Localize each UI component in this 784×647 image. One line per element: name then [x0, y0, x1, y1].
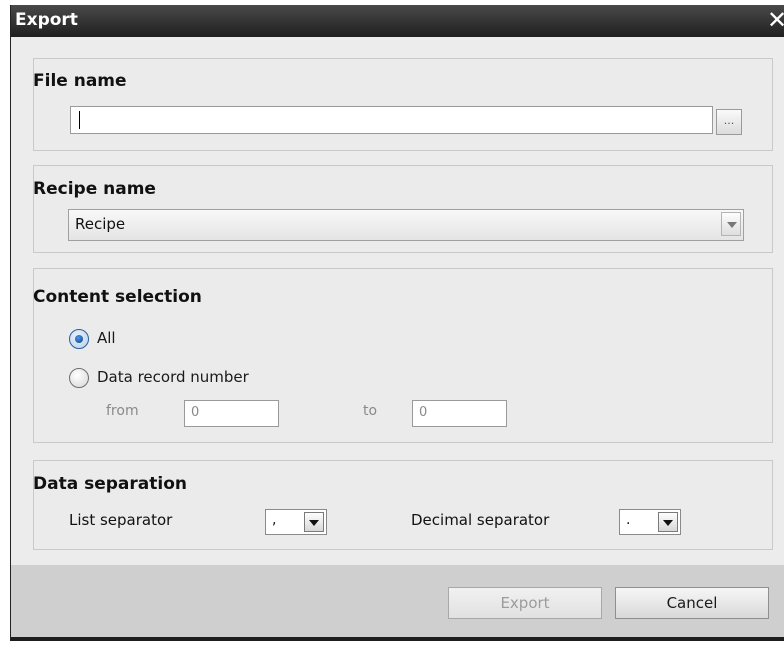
file-name-input[interactable] [70, 106, 713, 134]
to-input[interactable]: 0 [412, 400, 507, 427]
list-separator-value: , [272, 512, 277, 528]
dialog-footer: Export Cancel [11, 565, 784, 637]
dialog-title: Export [15, 10, 78, 30]
radio-checked-icon[interactable] [69, 329, 89, 349]
radio-all-label: All [97, 329, 116, 347]
recipe-name-selected: Recipe [75, 215, 126, 233]
chevron-down-icon [727, 222, 737, 228]
from-label: from [106, 403, 139, 419]
radio-data-record-label: Data record number [97, 368, 249, 386]
decimal-separator-dropdown-button[interactable] [658, 512, 678, 532]
list-separator-dropdown-button[interactable] [304, 512, 324, 532]
list-separator-select[interactable]: , [265, 509, 327, 535]
export-button[interactable]: Export [448, 587, 602, 619]
close-icon: ✕ [767, 6, 784, 34]
file-name-title: File name [33, 71, 127, 91]
recipe-name-select[interactable]: Recipe [68, 209, 744, 241]
text-caret [79, 111, 80, 129]
decimal-separator-label: Decimal separator [411, 511, 550, 529]
decimal-separator-select[interactable]: . [619, 509, 681, 535]
browse-label: ... [723, 114, 735, 127]
recipe-dropdown-button[interactable] [721, 212, 741, 236]
chevron-down-icon [663, 520, 673, 526]
close-button[interactable]: ✕ [767, 6, 784, 34]
decimal-separator-value: . [626, 512, 631, 528]
to-value: 0 [419, 405, 428, 420]
to-label: to [363, 403, 378, 419]
list-separator-label: List separator [69, 511, 173, 529]
file-name-group [33, 58, 773, 151]
chevron-down-icon [309, 520, 319, 526]
content-selection-title: Content selection [33, 287, 202, 307]
from-value: 0 [191, 405, 200, 420]
browse-button[interactable]: ... [716, 109, 742, 135]
recipe-name-title: Recipe name [33, 179, 156, 199]
data-separation-title: Data separation [33, 474, 187, 494]
export-dialog: Export ✕ File name ... Recipe name Recip… [10, 5, 784, 641]
cancel-button[interactable]: Cancel [615, 587, 769, 619]
from-input[interactable]: 0 [184, 400, 279, 427]
radio-unchecked-icon[interactable] [69, 368, 89, 388]
title-bar: Export ✕ [11, 5, 784, 37]
